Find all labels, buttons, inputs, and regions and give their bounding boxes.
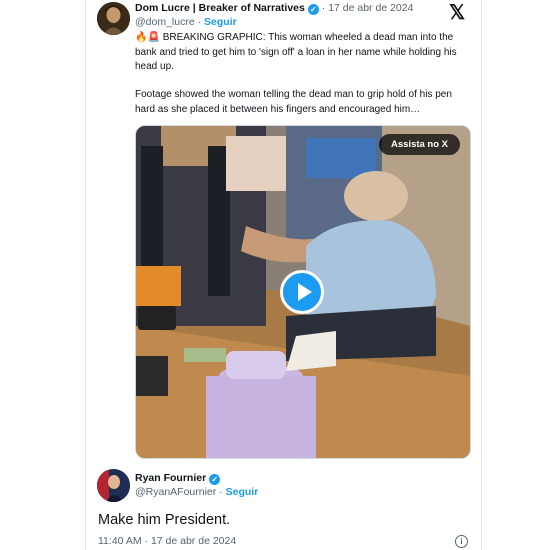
- post-text-paragraph-2: Footage showed the woman telling the dea…: [135, 89, 452, 115]
- post-text-1: BREAKING GRAPHIC: This woman wheeled a d…: [135, 32, 457, 72]
- play-icon[interactable]: [280, 270, 324, 314]
- reply-follow-button[interactable]: Seguir: [226, 486, 259, 498]
- video-thumbnail[interactable]: Assista no X: [135, 125, 471, 459]
- reply-text: Make him President.: [98, 512, 231, 528]
- author-handle[interactable]: @dom_lucre: [135, 16, 195, 28]
- reply-date: 17 de abr de 2024: [150, 535, 237, 547]
- x-logo-icon[interactable]: 𝕏: [449, 0, 465, 25]
- verified-badge-icon: ✓: [209, 474, 221, 485]
- author-handle-line: @dom_lucre · Seguir: [135, 16, 237, 28]
- author-name[interactable]: Dom Lucre | Breaker of Narratives: [135, 2, 305, 14]
- embedded-post-card: Dom Lucre | Breaker of Narratives ✓ · 17 …: [85, 0, 482, 550]
- post-text-paragraph-1: 🔥🚨 BREAKING GRAPHIC: This woman wheeled …: [135, 31, 470, 75]
- reply-author-name[interactable]: Ryan Fournier: [135, 472, 206, 484]
- follow-button[interactable]: Seguir: [204, 16, 237, 28]
- info-icon[interactable]: i: [455, 535, 468, 548]
- author-avatar[interactable]: [97, 2, 130, 35]
- reply-time: 11:40 AM: [98, 535, 142, 547]
- reply-author-handle[interactable]: @RyanAFournier: [135, 486, 216, 498]
- author-name-line: Dom Lucre | Breaker of Narratives ✓ · 17 …: [135, 2, 413, 15]
- reply-timestamp[interactable]: 11:40 AM · 17 de abr de 2024: [98, 535, 236, 547]
- reply-author-name-line: Ryan Fournier ✓: [135, 472, 221, 485]
- verified-badge-icon: ✓: [307, 4, 319, 15]
- watch-on-x-button[interactable]: Assista no X: [379, 134, 461, 155]
- fire-siren-emoji-icon: 🔥🚨: [135, 32, 160, 43]
- separator: ·: [144, 535, 149, 547]
- post-date[interactable]: 17 de abr de 2024: [328, 2, 413, 14]
- reply-author-handle-line: @RyanAFournier · Seguir: [135, 486, 258, 498]
- reply-author-avatar[interactable]: [97, 469, 130, 502]
